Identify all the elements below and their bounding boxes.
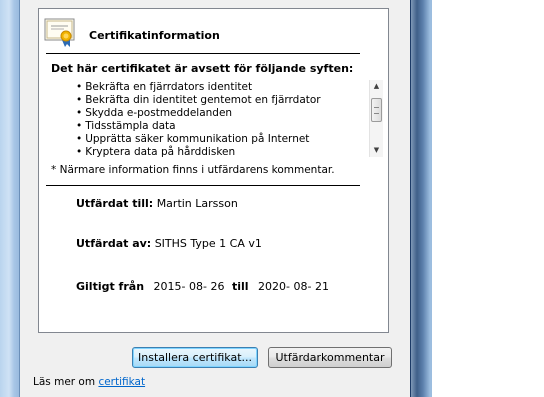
- page-title: Certifikatinformation: [89, 29, 220, 42]
- list-item: Tidsstämpla data: [76, 120, 362, 133]
- issuer-note: * Närmare information finns i utfärdaren…: [51, 164, 335, 176]
- details-divider: [46, 185, 360, 186]
- scroll-up-arrow-icon[interactable]: ▲: [370, 80, 383, 93]
- valid-from-label: Giltigt från: [76, 280, 145, 293]
- issued-by-value: SITHS Type 1 CA v1: [154, 237, 262, 250]
- purposes-scrollbar[interactable]: ▲ ▼: [369, 80, 383, 157]
- valid-to-value: 2020- 08- 21: [258, 280, 329, 293]
- window-frame-left: [0, 0, 20, 397]
- valid-from-value: 2015- 08- 26: [153, 280, 225, 293]
- certificate-icon: [44, 18, 76, 48]
- validity-row: Giltigt från 2015- 08- 26 till 2020- 08-…: [76, 280, 329, 293]
- purposes-heading: Det här certifikatet är avsett för följa…: [51, 62, 354, 75]
- scroll-thumb[interactable]: [371, 98, 382, 122]
- issued-to-label: Utfärdat till:: [76, 197, 154, 210]
- list-item: Kryptera data på hårddisken: [76, 146, 362, 157]
- issued-to-value: Martin Larsson: [156, 197, 238, 210]
- window-frame-right: [410, 0, 432, 397]
- issued-by-row: Utfärdat av: SITHS Type 1 CA v1: [76, 237, 262, 250]
- learn-more-prefix: Läs mer om: [33, 376, 96, 388]
- list-item: Bekräfta din identitet gentemot en fjärr…: [76, 94, 362, 107]
- install-certificate-button[interactable]: Installera certifikat...: [132, 347, 258, 368]
- header-divider: [46, 53, 360, 54]
- list-item: Bekräfta en fjärrdators identitet: [76, 81, 362, 94]
- list-item: Upprätta säker kommunikation på Internet: [76, 133, 362, 146]
- issued-to-row: Utfärdat till: Martin Larsson: [76, 197, 238, 210]
- valid-to-label: till: [231, 280, 249, 293]
- issued-by-label: Utfärdat av:: [76, 237, 152, 250]
- list-item: Skydda e-postmeddelanden: [76, 107, 362, 120]
- scroll-down-arrow-icon[interactable]: ▼: [370, 144, 383, 157]
- issuer-statement-button[interactable]: Utfärdarkommentar: [268, 347, 392, 368]
- learn-more-link[interactable]: certifikat: [98, 376, 145, 388]
- purposes-list: Bekräfta en fjärrdators identitet Bekräf…: [76, 81, 362, 157]
- learn-more: Läs mer om certifikat: [33, 376, 145, 388]
